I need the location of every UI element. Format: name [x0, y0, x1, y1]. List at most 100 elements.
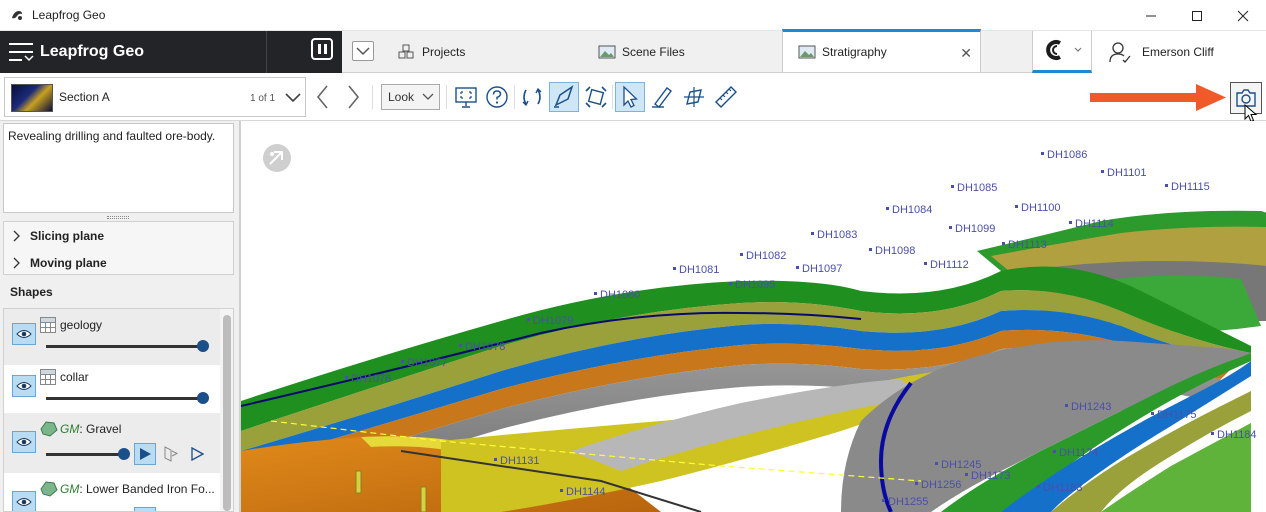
drillhole-label: DH1100 [1021, 202, 1061, 214]
drillhole-label: DH1082 [746, 250, 786, 262]
next-scene-icon[interactable] [344, 84, 362, 110]
drillhole-label: DH1099 [955, 223, 995, 235]
look-label: Look [388, 90, 415, 104]
drillhole-label: DH1085 [957, 182, 997, 194]
visibility-toggle[interactable] [12, 323, 36, 345]
tab-projects[interactable]: Projects [398, 31, 558, 73]
drillhole-marker [1053, 450, 1056, 453]
tab-list-dropdown[interactable] [352, 41, 374, 61]
fit-scene-button[interactable] [451, 82, 481, 112]
outline-play-button[interactable] [186, 443, 208, 465]
slider-handle[interactable] [197, 340, 209, 352]
drillhole-marker [869, 248, 872, 251]
drillhole-marker [1069, 221, 1072, 224]
drillhole-label: DH1113 [1008, 239, 1047, 251]
drillhole-marker [886, 207, 889, 210]
measure-button[interactable] [711, 82, 741, 112]
close-tab-icon[interactable]: ✕ [960, 45, 972, 62]
edit-plane-button[interactable] [679, 82, 709, 112]
tab-scene-files[interactable]: Scene Files [598, 31, 748, 73]
opacity-slider[interactable] [46, 397, 208, 400]
chevron-down-icon [422, 93, 434, 100]
drillhole-label: DH1098 [875, 245, 915, 257]
scene-name: Section A [59, 90, 110, 104]
previous-scene-icon[interactable] [314, 84, 332, 110]
drillhole-marker [1211, 432, 1214, 435]
moving-plane-row[interactable]: Moving plane [12, 256, 107, 270]
central-logo-icon [1046, 40, 1082, 60]
maximize-icon [1192, 10, 1202, 21]
toolbar-divider [372, 85, 373, 109]
look-dropdown[interactable]: Look [381, 84, 440, 110]
eye-icon [16, 438, 32, 446]
shape-name: GM: Gravel [60, 422, 121, 436]
visibility-toggle[interactable] [12, 431, 36, 453]
resize-grip[interactable] [107, 216, 129, 219]
drillhole-label: DH1256 [921, 479, 961, 491]
drillhole-marker [965, 473, 968, 476]
visibility-toggle[interactable] [12, 375, 36, 397]
drillhole-label: DH1114 [1075, 218, 1114, 230]
maximize-button[interactable] [1174, 0, 1220, 31]
drillhole-marker [1015, 205, 1018, 208]
cursor-icon [623, 85, 638, 108]
draw-line-button[interactable] [647, 82, 677, 112]
drillhole-marker [494, 458, 497, 461]
scrollbar-thumb[interactable] [223, 315, 231, 511]
drillhole-label: DH1078 [465, 341, 505, 353]
select-tool-button[interactable] [615, 82, 645, 112]
slicing-plane-row[interactable]: Slicing plane [12, 229, 104, 243]
section-mode-button[interactable] [160, 443, 182, 465]
shape-label: : Lower Banded Iron Fo... [79, 482, 215, 496]
drillhole-label: DH1243 [1071, 401, 1111, 413]
slider-handle[interactable] [197, 392, 209, 404]
toolbar-divider [612, 85, 613, 109]
plane-arrows-icon [585, 86, 607, 108]
visibility-toggle[interactable] [12, 491, 36, 511]
shape-item-gravel: GM: Gravel [4, 413, 220, 473]
scene-selector[interactable]: Section A 1 of 1 [4, 77, 306, 117]
play-button[interactable] [134, 507, 156, 511]
shape-name: GM: Lower Banded Iron Fo... [60, 482, 215, 496]
orientation-icon[interactable] [263, 144, 291, 172]
slicing-plane-label: Slicing plane [30, 229, 105, 243]
left-panel: Revealing drilling and faulted ore-body.… [0, 121, 240, 512]
shape-name: collar [60, 370, 89, 384]
scene-canvas[interactable]: DH1086 DH1101 DH1115 DH1085 DH1100 DH1084 DH10… [241, 121, 1266, 512]
drillhole-marker [1041, 152, 1044, 155]
help-icon [486, 86, 508, 108]
slider-handle[interactable] [118, 448, 130, 460]
pause-button[interactable] [311, 38, 333, 60]
scene-viewport[interactable]: DH1086 DH1101 DH1115 DH1085 DH1100 DH1084 DH10… [240, 121, 1266, 512]
drillhole-marker [1165, 184, 1168, 187]
help-button[interactable] [482, 82, 512, 112]
opacity-slider[interactable] [46, 345, 208, 348]
user-menu[interactable]: Emerson Cliff [1092, 31, 1266, 73]
drillhole-label: DH1095 [735, 279, 775, 291]
close-window-button[interactable] [1220, 0, 1266, 31]
play-button[interactable] [134, 443, 156, 465]
draw-slice-button[interactable] [549, 82, 579, 112]
pencil-icon [652, 87, 672, 108]
scene-count: 1 of 1 [250, 93, 276, 104]
drillhole-label: DH1112 [930, 259, 969, 271]
shape-prefix: GM [60, 482, 80, 496]
minimize-button[interactable] [1128, 0, 1174, 31]
drillhole-marker [560, 489, 563, 492]
scene-description[interactable]: Revealing drilling and faulted ore-body. [3, 123, 234, 213]
rotate-button[interactable] [517, 82, 547, 112]
drillhole-marker [527, 318, 530, 321]
leapfrog-window: Leapfrog Geo Leapfrog Geo Projects Scene… [0, 0, 1266, 512]
drillhole-marker [673, 267, 676, 270]
drillhole-label: DH1173 [971, 470, 1011, 482]
drillhole-marker [915, 482, 918, 485]
drillhole-marker [951, 185, 954, 188]
connector-menu[interactable] [1032, 31, 1092, 73]
tab-stratigraphy[interactable]: Stratigraphy ✕ [782, 29, 981, 72]
drillhole-marker [1002, 242, 1005, 245]
menu-icon[interactable] [8, 40, 34, 64]
move-plane-button[interactable] [581, 82, 611, 112]
opacity-slider[interactable] [46, 453, 126, 456]
eye-icon [16, 382, 32, 390]
image-icon [598, 45, 616, 59]
